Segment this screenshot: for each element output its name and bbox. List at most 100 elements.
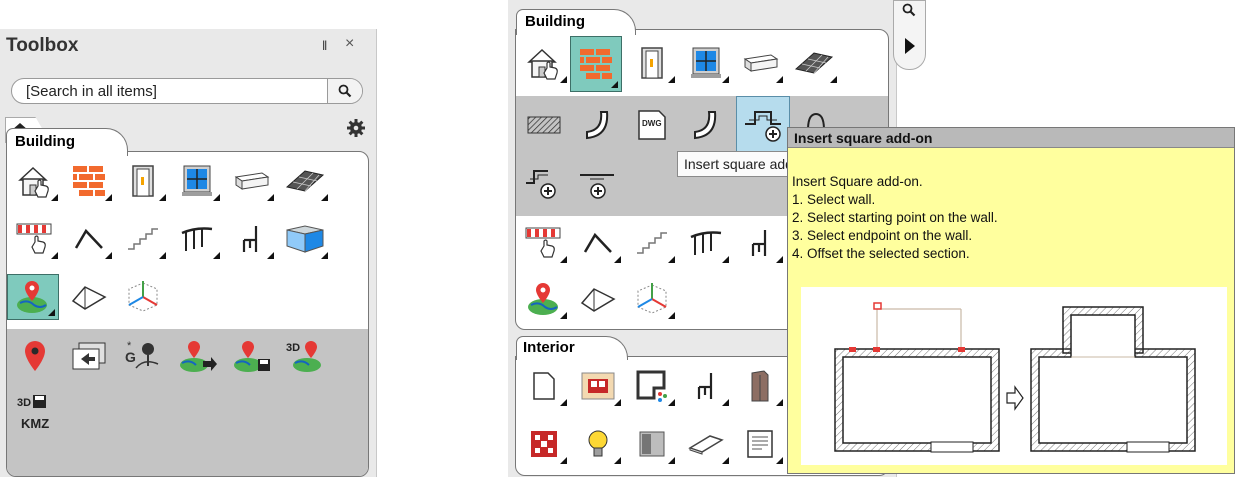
tool-insert-square-addon[interactable] <box>736 96 790 152</box>
tool-roof-tiles-r[interactable] <box>788 40 840 86</box>
svg-text:KMZ: KMZ <box>21 416 49 431</box>
tool-location-pin[interactable] <box>9 333 61 379</box>
tool-railing[interactable] <box>171 216 223 262</box>
pin-icon[interactable]: ‖ <box>322 38 327 53</box>
roof-tiles-icon <box>285 170 325 192</box>
tool-floor[interactable] <box>279 216 331 262</box>
close-icon[interactable]: × <box>345 35 354 53</box>
tool-map-3d[interactable]: 3D <box>279 333 331 379</box>
instruction-line: 4. Offset the selected section. <box>792 246 970 261</box>
plan-after <box>1030 306 1196 453</box>
tool-roof-tiles[interactable] <box>279 158 331 204</box>
tool-house-r[interactable] <box>518 40 570 86</box>
tab-building[interactable]: Building <box>6 128 128 156</box>
map-export-icon <box>180 341 217 372</box>
curved-wall-icon <box>586 111 609 140</box>
tool-light[interactable] <box>572 421 624 467</box>
tool-step-addon[interactable] <box>518 158 570 204</box>
tool-map-export[interactable] <box>171 333 223 379</box>
search-button[interactable] <box>327 79 362 103</box>
tool-cabinet[interactable] <box>626 421 678 467</box>
document-icon <box>747 430 773 458</box>
tool-3d-axes-r[interactable] <box>626 276 678 322</box>
tool-map-location[interactable] <box>7 274 59 320</box>
tool-window[interactable] <box>171 158 223 204</box>
tooltip-illustration <box>801 287 1227 465</box>
roof-gable-icon <box>74 228 103 249</box>
tool-3d-axes[interactable] <box>117 274 169 320</box>
railing-icon <box>181 227 213 251</box>
tab-interior[interactable]: Interior <box>516 336 628 360</box>
house-hand-icon <box>527 48 558 80</box>
tool-roof-surface[interactable] <box>63 274 115 320</box>
brick-wall-icon <box>580 49 612 79</box>
tool-countertop[interactable] <box>680 421 732 467</box>
tool-awning-r[interactable] <box>518 220 570 266</box>
tool-wardrobe[interactable] <box>734 363 786 409</box>
beam-icon <box>743 54 779 72</box>
gear-icon[interactable] <box>346 118 366 138</box>
tool-opening-addon[interactable] <box>572 158 624 204</box>
chair-icon <box>751 230 767 256</box>
tool-wall-hatch[interactable] <box>518 102 570 148</box>
tab-building-right[interactable]: Building <box>516 9 636 35</box>
map-sub-tools: G * 3D 3D KMZ <box>7 329 368 476</box>
roof-gable-icon <box>583 232 612 253</box>
svg-text:3D: 3D <box>286 342 300 354</box>
map-3d-icon: 3D <box>286 341 321 372</box>
roof-tiles-icon <box>794 52 834 74</box>
tool-roof-r[interactable] <box>572 220 624 266</box>
tool-chair[interactable] <box>225 216 277 262</box>
tiles-icon <box>531 431 557 457</box>
map-save-icon <box>234 341 270 372</box>
tool-window-r[interactable] <box>680 40 732 86</box>
tool-dwg-wall[interactable]: DWG <box>626 102 678 148</box>
instruction-line: 3. Select endpoint on the wall. <box>792 228 973 243</box>
tool-wall[interactable] <box>63 158 115 204</box>
tool-beam[interactable] <box>225 158 277 204</box>
kmz-3d-icon: 3D KMZ <box>17 395 49 431</box>
search-input[interactable] <box>26 82 326 100</box>
tool-chair-r[interactable] <box>734 220 786 266</box>
panel-title: Toolbox <box>6 35 79 56</box>
tool-wall-r[interactable] <box>570 36 622 92</box>
location-pin-icon <box>25 341 45 371</box>
hover-tooltip: Insert square add-on <box>677 151 793 177</box>
tool-beam-r[interactable] <box>734 40 786 86</box>
chair-icon <box>242 226 258 252</box>
tool-railing-r[interactable] <box>680 220 732 266</box>
tool-document[interactable] <box>734 421 786 467</box>
search-icon[interactable] <box>902 3 916 17</box>
tool-roof-surface-r[interactable] <box>572 276 624 322</box>
beam-icon <box>234 172 270 190</box>
tool-map-save[interactable] <box>225 333 277 379</box>
countertop-icon <box>688 435 724 455</box>
tool-roof[interactable] <box>63 216 115 262</box>
tool-awning[interactable] <box>9 216 61 262</box>
tool-kmz-export[interactable]: 3D KMZ <box>9 389 61 435</box>
square-addon-icon <box>745 111 781 142</box>
import-image-icon <box>72 342 106 370</box>
map-pin-globe-icon <box>17 281 47 313</box>
play-arrow-icon[interactable] <box>904 37 916 55</box>
tool-door-r[interactable] <box>626 40 678 86</box>
tool-map-location-r[interactable] <box>518 276 570 322</box>
tool-blank-page[interactable] <box>518 363 570 409</box>
tooltip-title: Insert square add-on <box>788 128 1234 148</box>
step-addon-icon <box>526 170 556 199</box>
axes-3d-icon <box>637 283 667 314</box>
tool-chair-int[interactable] <box>680 363 732 409</box>
wardrobe-icon <box>751 370 769 402</box>
curved-wall-icon <box>694 111 717 140</box>
tool-house[interactable] <box>9 158 61 204</box>
tool-tiles[interactable] <box>518 421 570 467</box>
tool-import-image[interactable] <box>63 333 115 379</box>
tool-terrain[interactable]: G * <box>117 333 169 379</box>
tool-curved-wall[interactable] <box>572 102 624 148</box>
tool-stairs-r[interactable] <box>626 220 678 266</box>
tool-door[interactable] <box>117 158 169 204</box>
tool-floor-plan[interactable] <box>626 363 678 409</box>
tool-stairs[interactable] <box>117 216 169 262</box>
tool-room[interactable] <box>572 363 624 409</box>
tool-curved-wall-2[interactable] <box>680 102 732 148</box>
